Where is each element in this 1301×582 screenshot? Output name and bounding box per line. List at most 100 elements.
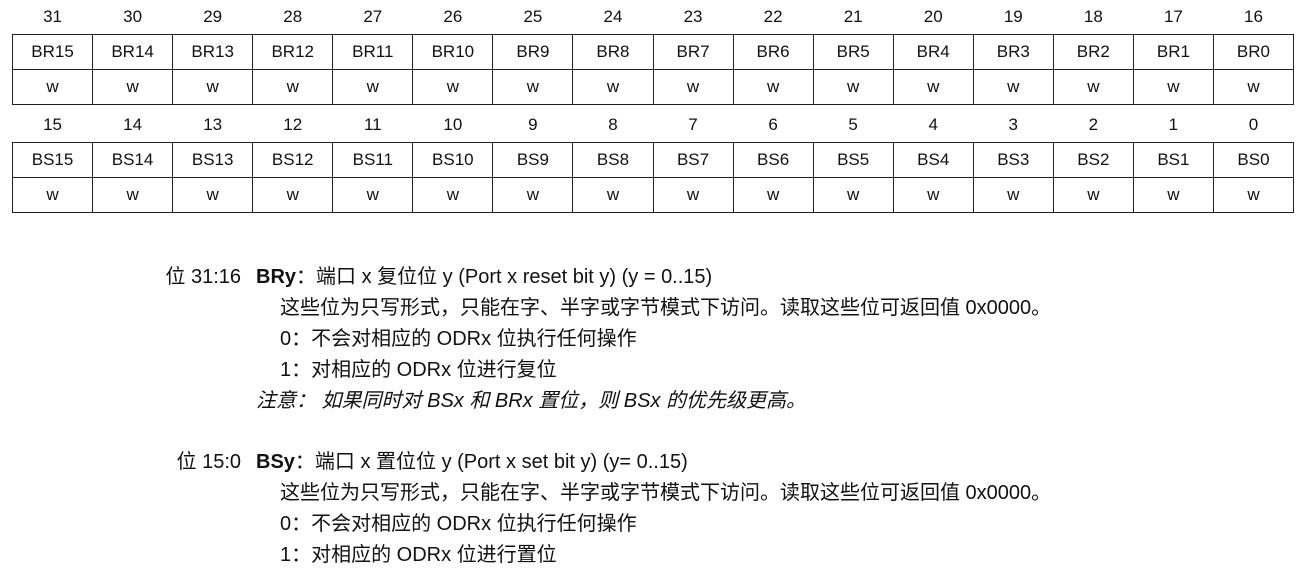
field-name-cell: BR4	[892, 34, 974, 70]
field-name-cell: BS11	[332, 142, 414, 178]
field-name-cell: BS5	[812, 142, 894, 178]
option-0: 0：不会对相应的 ODRx 位执行任何操作	[280, 328, 637, 350]
bit-number: 17	[1163, 7, 1183, 26]
field-name-cell: BS3	[972, 142, 1054, 178]
access-cell: w	[1052, 69, 1134, 105]
access-cell: w	[332, 177, 414, 213]
field-name-cell: BS9	[492, 142, 574, 178]
note: 注意： 如果同时对 BSx 和 BRx 置位，则 BSx 的优先级更高。	[256, 390, 807, 412]
field-name-cell: BS7	[652, 142, 734, 178]
field-desc: 这些位为只写形式，只能在字、半字或字节模式下访问。读取这些位可返回值 0x000…	[280, 297, 1052, 319]
field-name-cell: BS6	[732, 142, 814, 178]
field-name-cell: BS10	[412, 142, 494, 178]
field-description-bry: 位 31:16 BRy：端口 x 复位位 y (Port x reset bit…	[0, 262, 1301, 417]
access-row: wwwwwwwwwwwwwwww	[11, 177, 1295, 213]
access-cell: w	[92, 177, 174, 213]
access-cell: w	[732, 69, 814, 105]
access-cell: w	[92, 69, 174, 105]
access-cell: w	[492, 177, 574, 213]
access-cell: w	[812, 177, 894, 213]
bit-range-label: 位 31:16	[165, 266, 241, 288]
bit-number: 25	[523, 7, 543, 26]
access-cell: w	[892, 177, 974, 213]
field-heading: BSy：端口 x 置位位 y (Port x set bit y) (y= 0.…	[256, 447, 688, 477]
bit-range-label: 位 15:0	[176, 451, 241, 473]
option-1: 1：对相应的 ODRx 位进行置位	[280, 544, 557, 566]
bit-number: 22	[763, 7, 783, 26]
field-name: BSy	[256, 451, 295, 473]
field-name-cell: BR2	[1052, 34, 1134, 70]
access-cell: w	[412, 69, 494, 105]
bit-number: 10	[443, 115, 463, 134]
bit-number: 3	[1008, 115, 1019, 134]
register-table-low: 15 14 13 12 11 10 9 8 7 6 5 4 3 2 1 0 BS15 BS14 BS13 BS12 B…	[11, 108, 1295, 213]
field-name-cell: BS8	[572, 142, 654, 178]
field-name-cell: BS15	[11, 142, 94, 178]
bit-number: 30	[123, 7, 143, 26]
field-name-cell: BR3	[972, 34, 1054, 70]
bit-number: 4	[928, 115, 938, 134]
access-row: wwwwwwwwwwwwwwww	[11, 69, 1295, 105]
access-cell: w	[252, 177, 334, 213]
bit-number: 0	[1248, 115, 1259, 134]
bit-number: 18	[1083, 7, 1103, 26]
access-cell: w	[572, 177, 654, 213]
field-name-cell: BS0	[1212, 142, 1295, 178]
field-name-cell: BR11	[332, 34, 414, 70]
register-table-high: 31 30 29 28 27 26 25 24 23 22 21 20 19 18 17 16 BR15 BR1…	[11, 0, 1295, 105]
bit-number: 21	[843, 7, 863, 26]
bit-number: 1	[1168, 115, 1179, 134]
bit-number: 2	[1088, 115, 1099, 134]
access-cell: w	[1132, 69, 1214, 105]
bit-number: 11	[363, 115, 382, 134]
access-cell: w	[172, 69, 254, 105]
access-cell: w	[732, 177, 814, 213]
field-name-row: BR15 BR14 BR13 BR12 BR11 BR10 BR9 BR8 BR7 BR6 BR5 B…	[11, 34, 1295, 70]
bit-number: 19	[1003, 7, 1023, 26]
field-name-cell: BS4	[892, 142, 974, 178]
access-cell: w	[172, 177, 254, 213]
option-1: 1：对相应的 ODRx 位进行复位	[280, 359, 557, 381]
field-name-cell: BR14	[92, 34, 174, 70]
bit-number: 9	[528, 115, 538, 134]
field-name-cell: BR15	[11, 34, 94, 70]
field-name-cell: BS12	[252, 142, 334, 178]
bit-number: 5	[848, 115, 858, 134]
access-cell: w	[812, 69, 894, 105]
field-name-cell: BR1	[1132, 34, 1214, 70]
access-cell: w	[1052, 177, 1134, 213]
access-cell: w	[972, 69, 1054, 105]
field-title: ：端口 x 置位位 y (Port x set bit y) (y= 0..15…	[294, 451, 688, 473]
bit-number: 7	[688, 115, 698, 134]
access-cell: w	[652, 69, 734, 105]
access-cell: w	[892, 69, 974, 105]
field-name-cell: BS13	[172, 142, 254, 178]
field-name: BRy	[256, 266, 297, 288]
field-name-cell: BS1	[1132, 142, 1214, 178]
field-name-cell: BR13	[172, 34, 254, 70]
field-name-cell: BS2	[1052, 142, 1134, 178]
bit-number: 26	[443, 7, 463, 26]
access-cell: w	[1132, 177, 1214, 213]
access-cell: w	[11, 69, 94, 105]
access-cell: w	[332, 69, 414, 105]
bit-number-row: 31 30 29 28 27 26 25 24 23 22 21 20 19 18 17 16	[13, 0, 1294, 35]
field-desc: 这些位为只写形式，只能在字、半字或字节模式下访问。读取这些位可返回值 0x000…	[280, 482, 1052, 504]
bit-number: 8	[608, 115, 618, 134]
bit-number: 12	[283, 115, 303, 134]
field-name-cell: BR0	[1212, 34, 1295, 70]
field-name-cell: BR10	[412, 34, 494, 70]
field-name-cell: BR8	[572, 34, 654, 70]
option-0: 0：不会对相应的 ODRx 位执行任何操作	[280, 513, 637, 535]
field-title: ：端口 x 复位位 y (Port x reset bit y) (y = 0.…	[296, 266, 713, 288]
field-name-cell: BR9	[492, 34, 574, 70]
bit-number: 6	[768, 115, 778, 134]
access-cell: w	[1212, 69, 1295, 105]
field-name-cell: BR7	[652, 34, 734, 70]
field-name-cell: BR12	[252, 34, 334, 70]
access-cell: w	[1212, 177, 1295, 213]
bit-number: 29	[203, 7, 223, 26]
bit-number: 13	[203, 115, 223, 134]
field-description-bsy: 位 15:0 BSy：端口 x 置位位 y (Port x set bit y)…	[0, 447, 1301, 571]
access-cell: w	[412, 177, 494, 213]
